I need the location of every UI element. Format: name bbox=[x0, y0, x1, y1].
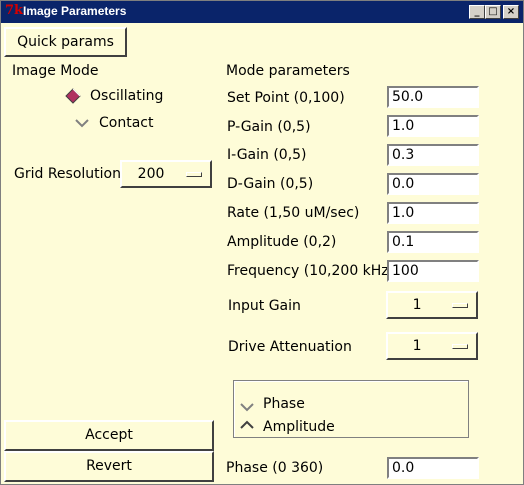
signal-phase-label: Phase bbox=[263, 396, 305, 412]
phase-label: Phase (0 360) bbox=[226, 460, 324, 476]
d-gain-input[interactable]: 0.0 bbox=[387, 173, 479, 195]
tk-feather-icon: 7k bbox=[5, 3, 24, 18]
accept-button[interactable]: Accept bbox=[4, 420, 214, 451]
phase-input[interactable]: 0.0 bbox=[387, 457, 479, 479]
drive-attenuation-value: 1 bbox=[412, 338, 422, 354]
set-point-input[interactable]: 50.0 bbox=[387, 86, 479, 108]
mode-contact-label: Contact bbox=[99, 115, 154, 131]
drive-attenuation-label: Drive Attenuation bbox=[228, 339, 352, 355]
signal-amplitude-label: Amplitude bbox=[263, 419, 335, 435]
input-gain-value: 1 bbox=[412, 297, 422, 313]
image-mode-label: Image Mode bbox=[12, 63, 99, 79]
input-gain-menu[interactable]: 1 bbox=[386, 291, 478, 319]
p-gain-label: P-Gain (0,5) bbox=[227, 119, 311, 135]
drive-attenuation-menu[interactable]: 1 bbox=[386, 332, 478, 360]
minimize-button[interactable]: _ bbox=[469, 5, 485, 19]
i-gain-label: I-Gain (0,5) bbox=[227, 147, 307, 163]
rate-label: Rate (1,50 uM/sec) bbox=[227, 205, 360, 221]
maximize-button[interactable]: □ bbox=[485, 5, 501, 19]
window-title: Image Parameters bbox=[23, 4, 127, 18]
title-bar[interactable]: 7k Image Parameters _ □ × bbox=[1, 1, 523, 23]
chevron-up-icon bbox=[240, 420, 254, 429]
d-gain-label: D-Gain (0,5) bbox=[227, 176, 314, 192]
chevron-down-icon bbox=[240, 403, 254, 412]
revert-button[interactable]: Revert bbox=[4, 451, 214, 482]
input-gain-label: Input Gain bbox=[228, 298, 301, 314]
image-parameters-window: 7k Image Parameters _ □ × Quick params I… bbox=[0, 0, 524, 485]
mode-oscillating-label: Oscillating bbox=[90, 88, 164, 104]
close-button[interactable]: × bbox=[503, 5, 519, 19]
rate-input[interactable]: 1.0 bbox=[387, 202, 479, 224]
amplitude-label: Amplitude (0,2) bbox=[227, 234, 337, 250]
radio-selected-diamond-icon bbox=[65, 88, 81, 104]
quick-params-button[interactable]: Quick params bbox=[4, 27, 127, 57]
frequency-input[interactable]: 100 bbox=[387, 260, 479, 282]
grid-resolution-value: 200 bbox=[137, 166, 165, 182]
i-gain-input[interactable]: 0.3 bbox=[387, 144, 479, 166]
p-gain-input[interactable]: 1.0 bbox=[387, 115, 479, 137]
frequency-label: Frequency (10,200 kHz) bbox=[227, 263, 395, 279]
set-point-label: Set Point (0,100) bbox=[227, 90, 345, 106]
radio-unselected-chevron-icon bbox=[75, 119, 89, 128]
mode-parameters-label: Mode parameters bbox=[226, 63, 350, 79]
menu-indicator-icon bbox=[186, 172, 202, 177]
menu-indicator-icon bbox=[452, 344, 468, 349]
amplitude-input[interactable]: 0.1 bbox=[387, 231, 479, 253]
grid-resolution-menu[interactable]: 200 bbox=[120, 160, 212, 188]
grid-resolution-label: Grid Resolution bbox=[14, 166, 121, 182]
menu-indicator-icon bbox=[452, 303, 468, 308]
